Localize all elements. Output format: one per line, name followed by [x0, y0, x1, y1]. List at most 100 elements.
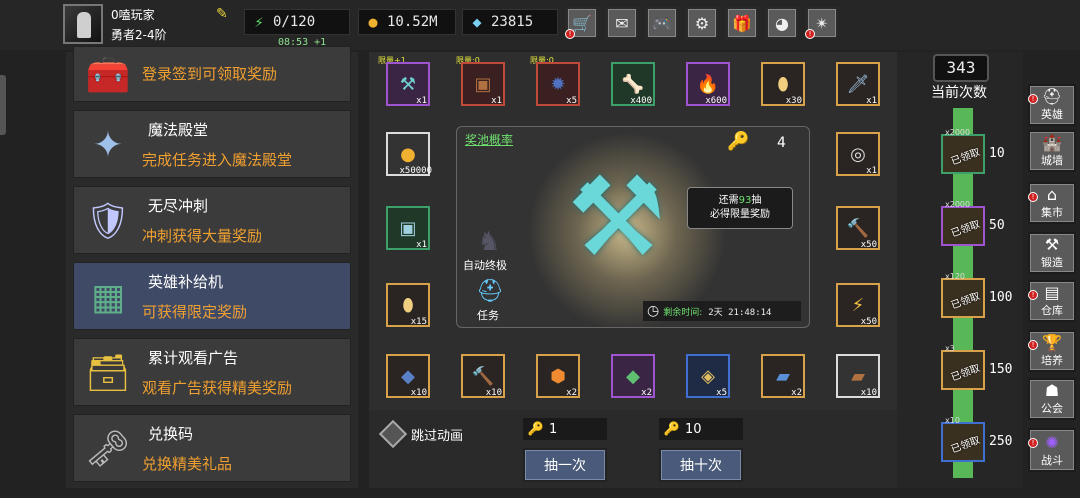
helmet-icon: ⛑ — [1041, 87, 1063, 106]
draw-ten-button[interactable]: 抽十次 — [659, 448, 743, 482]
slot-count: x50000 — [399, 166, 432, 176]
draw-bar: 跳过动画 🔑 1 🔑 10 抽一次 抽十次 — [369, 410, 897, 488]
task-label[interactable]: 任务 — [477, 307, 499, 323]
reward-slot[interactable]: ⬢ x2 — [536, 354, 580, 398]
pool-probability-link[interactable]: 奖池概率 — [465, 131, 513, 148]
slot-count: x1 — [491, 96, 502, 106]
shop-button[interactable]: 🛒! — [565, 7, 598, 39]
player-avatar[interactable] — [63, 4, 103, 44]
menu-subtitle: 完成任务进入魔法殿堂 — [142, 151, 293, 169]
skip-animation-checkbox[interactable] — [378, 419, 408, 449]
menu-item-hero-supply[interactable]: ▦ 英雄补给机 可获得限定奖励 — [73, 262, 351, 330]
reward-slot[interactable]: ▰ x2 — [761, 354, 805, 398]
reward-slot[interactable]: ◆ x10 — [386, 354, 430, 398]
tip-text: 还需 — [718, 195, 739, 206]
nav-wall[interactable]: 🏰 城墙 — [1028, 130, 1076, 172]
menu-item-endless-sprint[interactable]: 🛡 无尽冲刺 冲刺获得大量奖励 — [73, 186, 351, 254]
tip-number: 93 — [738, 195, 752, 206]
pity-tooltip: 还需93抽 必得限量奖励 — [687, 187, 793, 229]
reward-slot[interactable]: 🗡 x1 — [836, 62, 880, 106]
milestone-qty: x2000 — [945, 200, 971, 209]
slot-count: x2 — [641, 388, 652, 398]
remain-value: 2天 21:48:14 — [708, 307, 772, 318]
reward-slot[interactable]: ⬮ x30 — [761, 62, 805, 106]
lightning-icon: ⚡ — [254, 13, 264, 31]
reward-slot[interactable]: 🔨 x50 — [836, 206, 880, 250]
portal-icon: ✺ — [1045, 433, 1059, 452]
chest-icon: ▣ — [399, 217, 417, 239]
nav-label: 城墙 — [1041, 154, 1063, 167]
slot-count: x10 — [860, 388, 877, 398]
nav-hero[interactable]: ⛑ 英雄! — [1028, 84, 1076, 126]
draw-once-button[interactable]: 抽一次 — [523, 448, 607, 482]
reward-slot[interactable]: ▣ x1 — [386, 206, 430, 250]
clock-icon: ◷ — [647, 303, 660, 319]
tip-text: 抽 — [751, 195, 762, 206]
nav-label: 英雄 — [1041, 108, 1063, 121]
claimed-stamp: 已领取 — [949, 435, 982, 456]
storage-icon: ▤ — [1044, 283, 1060, 302]
nav-market[interactable]: ⌂ 集市! — [1028, 182, 1076, 224]
reward-slot[interactable]: ◆ x2 — [611, 354, 655, 398]
slot-count: x30 — [785, 96, 802, 106]
gamepad-button[interactable]: 🎮 — [646, 7, 678, 39]
nav-storage[interactable]: ▤ 仓库! — [1028, 280, 1076, 322]
reward-slot[interactable]: 🔨 x10 — [461, 354, 505, 398]
reward-slot[interactable]: ● x50000 — [386, 132, 432, 176]
reward-slot[interactable]: ⬮ x15 — [386, 283, 430, 327]
reward-slot[interactable]: ⚡ x50 — [836, 283, 880, 327]
nav-label: 战斗 — [1041, 454, 1063, 467]
alert-icon: ! — [1028, 340, 1038, 350]
reward-slot[interactable]: ▣ x1 — [461, 62, 505, 106]
milestone-qty: x10 — [945, 416, 960, 425]
anvil-icon: ⚒ — [1044, 235, 1060, 254]
menu-item-signin[interactable]: 🧰 登录签到可领取奖励 — [73, 46, 351, 102]
milestone-reward[interactable]: 已领取 x3 150 — [941, 344, 1012, 390]
menu-title: 兑换码 — [148, 425, 194, 443]
settings-button[interactable]: ⚙ — [686, 7, 718, 39]
legendary-axe-icon: ⚒ — [567, 153, 666, 281]
auto-ultimate-label[interactable]: 自动终极 — [463, 257, 507, 273]
treasure-chest-icon: 🗃 — [85, 353, 131, 394]
reward-slot[interactable]: 🔥 x600 — [686, 62, 730, 106]
menu-item-ads[interactable]: 🗃 累计观看广告 观看广告获得精美奖励 — [73, 338, 351, 406]
reward-slot[interactable]: 🦴 x400 — [611, 62, 655, 106]
mail-button[interactable]: ✉ — [606, 7, 638, 39]
reward-slot[interactable]: ⚒ x1 — [386, 62, 430, 106]
menu-subtitle: 可获得限定奖励 — [142, 303, 248, 321]
wheel-button[interactable]: ◕ — [766, 7, 798, 39]
slot-count: x15 — [410, 317, 427, 327]
menu-subtitle: 登录签到可领取奖励 — [142, 65, 278, 83]
side-handle[interactable] — [0, 75, 6, 135]
task-icon: ⛑ — [476, 279, 504, 304]
nav-battle[interactable]: ✺ 战斗! — [1028, 428, 1076, 472]
nav-train[interactable]: 🏆 培养! — [1028, 330, 1076, 372]
nav-forge[interactable]: ⚒ 锻造 — [1028, 232, 1076, 274]
menu-title: 无尽冲刺 — [148, 197, 209, 215]
milestone-panel: 343 当前次数 已领取 x2000 10 已领取 x2000 50 已领取 x120 10… — [897, 52, 1023, 488]
nav-guild[interactable]: ☗ 公会 — [1028, 378, 1076, 420]
alert-icon: ! — [1028, 438, 1038, 448]
milestone-number: 250 — [989, 434, 1013, 449]
gamepad-icon: 🎮 — [652, 13, 672, 33]
slot-count: x600 — [705, 96, 727, 106]
reward-slot[interactable]: ◎ x1 — [836, 132, 880, 176]
reward-slot[interactable]: ▰ x10 — [836, 354, 880, 398]
mail-icon: ✉ — [615, 13, 629, 33]
reward-slot[interactable]: ◈ x5 — [686, 354, 730, 398]
menu-item-magic-hall[interactable]: ✦ 魔法殿堂 完成任务进入魔法殿堂 — [73, 110, 351, 178]
reward-slot[interactable]: ✹ x5 — [536, 62, 580, 106]
milestone-reward[interactable]: 已领取 x2000 10 — [941, 128, 1005, 174]
milestone-reward[interactable]: 已领取 x120 100 — [941, 272, 1012, 318]
gift-button[interactable]: 🎁 — [726, 7, 758, 39]
milestone-reward[interactable]: 已领取 x2000 50 — [941, 200, 1005, 246]
market-icon: ⌂ — [1046, 185, 1058, 204]
milestone-reward[interactable]: 已领取 x10 250 — [941, 416, 1012, 462]
remain-label: 剩余时间: — [663, 307, 703, 318]
menu-title: 魔法殿堂 — [148, 121, 209, 139]
menu-item-redeem[interactable]: 🗝 兑换码 兑换精美礼品 — [73, 414, 351, 482]
slot-count: x50 — [860, 240, 877, 250]
event-button[interactable]: ✴! — [805, 7, 838, 39]
edit-icon[interactable]: ✎ — [216, 6, 232, 22]
milestone-number: 10 — [989, 146, 1005, 161]
